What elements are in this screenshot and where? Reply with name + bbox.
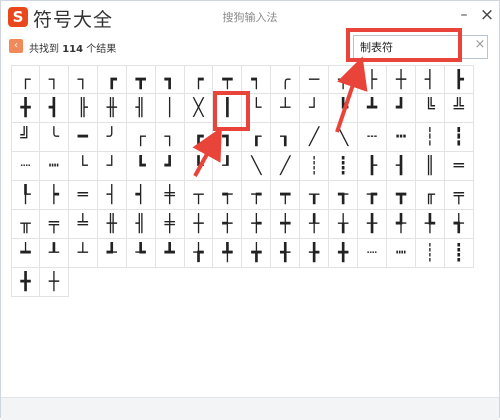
annotation-arrows xyxy=(192,56,368,177)
arrow-to-symbol xyxy=(192,126,222,177)
arrow-to-search xyxy=(335,56,368,133)
